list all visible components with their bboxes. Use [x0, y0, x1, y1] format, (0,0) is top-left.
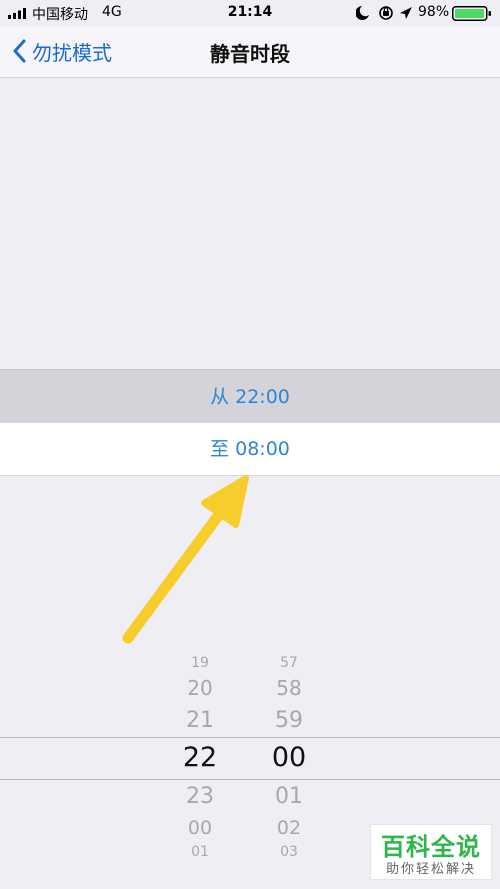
hour-option[interactable]: 19	[160, 655, 240, 671]
hour-option[interactable]: 23	[160, 784, 240, 809]
watermark-logo: 百科全说 助你轻松解决	[370, 824, 492, 880]
watermark-title: 百科全说	[381, 833, 481, 861]
hour-option-selected[interactable]: 22	[160, 742, 240, 773]
hour-option[interactable]: 00	[160, 817, 240, 839]
page-title: 静音时段	[210, 42, 290, 66]
from-time-row[interactable]: 从 22:00	[0, 369, 500, 423]
battery-icon	[452, 6, 491, 21]
status-bar: 中国移动 4G 21:14 98%	[0, 0, 500, 26]
hour-option[interactable]: 20	[160, 676, 240, 700]
watermark-subtitle: 助你轻松解决	[385, 862, 476, 877]
minute-option-selected[interactable]: 00	[249, 742, 329, 773]
moon-icon	[356, 6, 369, 20]
minute-option[interactable]: 57	[249, 655, 329, 671]
battery-percent: 98%	[418, 4, 450, 20]
to-time-row[interactable]: 至 08:00	[0, 423, 500, 476]
minute-option[interactable]: 03	[249, 844, 329, 860]
hour-option[interactable]: 21	[160, 708, 240, 733]
nav-bar: 勿扰模式 静音时段	[0, 26, 500, 78]
rotation-lock-icon	[379, 6, 393, 20]
status-icons	[356, 6, 412, 20]
hour-option[interactable]: 01	[160, 844, 240, 860]
minute-option[interactable]: 58	[249, 676, 329, 700]
minute-option[interactable]: 01	[249, 784, 329, 809]
minute-wheel[interactable]: 57 58 59 00 01 02 03	[249, 650, 329, 889]
location-arrow-icon	[400, 7, 412, 19]
hour-wheel[interactable]: 19 20 21 22 23 00 01	[160, 650, 240, 889]
minute-option[interactable]: 59	[249, 708, 329, 733]
minute-option[interactable]: 02	[249, 817, 329, 839]
